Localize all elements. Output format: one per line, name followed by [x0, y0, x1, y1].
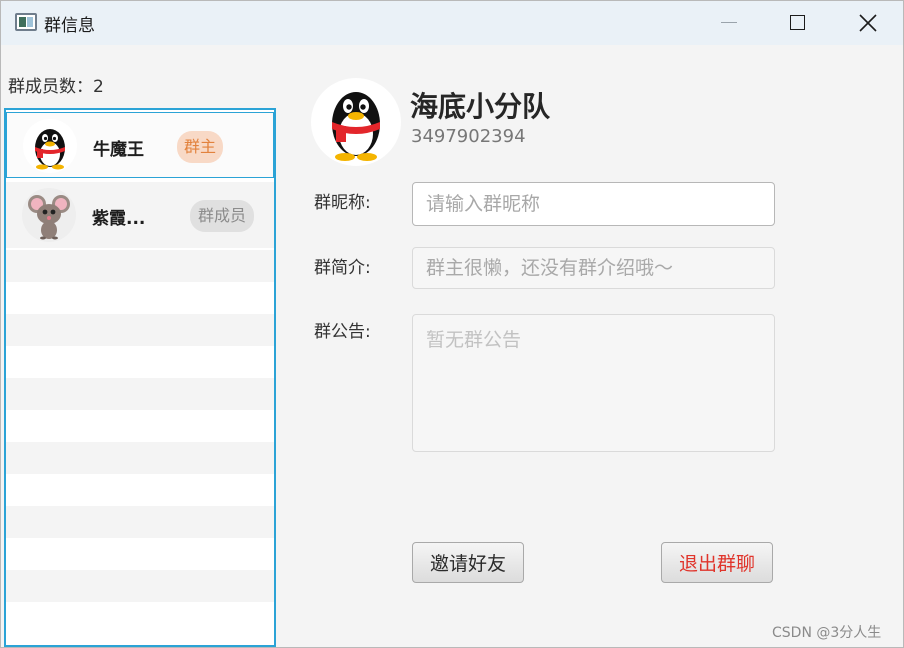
- member-badge: 群成员: [190, 200, 254, 232]
- member-count: 群成员数：2: [8, 77, 104, 97]
- intro-label: 群简介:: [314, 258, 371, 278]
- maximize-button[interactable]: [775, 1, 821, 45]
- member-avatar: [22, 188, 76, 242]
- app-icon: [15, 13, 37, 31]
- list-stripe: [6, 570, 274, 602]
- close-button[interactable]: [845, 1, 891, 45]
- leave-group-button[interactable]: 退出群聊: [661, 542, 773, 583]
- close-icon: [859, 14, 877, 32]
- notice-label: 群公告:: [314, 322, 371, 342]
- watermark: CSDN @3分人生: [772, 625, 882, 641]
- member-row-owner[interactable]: 牛魔王 群主: [6, 112, 274, 178]
- list-stripe: [6, 378, 274, 410]
- member-name: 牛魔王: [93, 140, 144, 160]
- owner-badge: 群主: [177, 131, 223, 163]
- group-intro-field[interactable]: 群主很懒，还没有群介绍哦～: [412, 247, 775, 289]
- member-name: 紫霞...: [92, 209, 146, 229]
- window-title: 群信息: [44, 16, 95, 36]
- mouse-icon: [22, 188, 76, 242]
- group-avatar: [311, 78, 401, 166]
- group-nickname-input[interactable]: [412, 182, 775, 226]
- member-list[interactable]: 牛魔王 群主 紫霞... 群成员: [4, 108, 276, 647]
- member-avatar: [23, 119, 77, 173]
- qq-penguin-icon: [332, 92, 380, 161]
- qq-penguin-icon: [23, 119, 77, 173]
- title-bar: 群信息: [1, 1, 903, 45]
- group-id: 3497902394: [411, 126, 526, 147]
- list-stripe: [6, 506, 274, 538]
- minimize-icon: [721, 22, 737, 23]
- invite-friends-button[interactable]: 邀请好友: [412, 542, 524, 583]
- minimize-button[interactable]: [705, 1, 751, 45]
- group-info-window: 群信息 群成员数：2 牛魔王 群主 紫霞... 群成员 海底小分队 349790…: [0, 0, 904, 648]
- list-stripe: [6, 442, 274, 474]
- list-stripe: [6, 314, 274, 346]
- group-name: 海底小分队: [410, 90, 551, 123]
- list-stripe: [6, 250, 274, 282]
- maximize-icon: [790, 15, 805, 30]
- nickname-label: 群昵称:: [314, 193, 371, 213]
- member-row-member[interactable]: 紫霞... 群成员: [6, 182, 274, 248]
- group-notice-field[interactable]: 暂无群公告: [412, 314, 775, 452]
